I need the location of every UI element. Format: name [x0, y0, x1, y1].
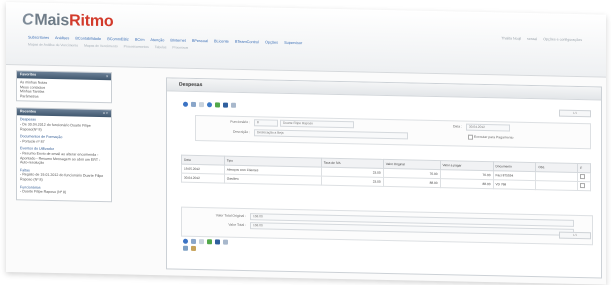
sub-menu: Mapas de Análise de Vencimento Mapas de …	[28, 42, 193, 49]
pagamento-checkbox[interactable]	[468, 134, 473, 140]
favorites-list: As minhas Notas Meus contactos Minhas Ta…	[17, 78, 111, 102]
grid-icon[interactable]	[183, 245, 188, 251]
favorites-panel: Favoritos x As minhas Notas Meus contact…	[16, 70, 112, 104]
filter-icon[interactable]	[223, 239, 228, 245]
row-checkbox[interactable]	[580, 174, 586, 180]
menu-item[interactable]: Subscritores	[28, 35, 49, 39]
cell-flag[interactable]	[577, 181, 591, 191]
recent-item[interactable]: Faltas - Registo de 19.01.2012 do funcio…	[20, 168, 108, 184]
app-logo[interactable]: CMaisRitmo	[22, 11, 113, 31]
cell-vat: 23.00	[321, 176, 384, 187]
pager[interactable]: 1/1	[559, 109, 591, 118]
cell-type: Gasóleo	[224, 174, 322, 186]
top-links: Thalita Ncqil sessal Opções e configuraç…	[496, 36, 582, 42]
menu-item[interactable]: BLicente	[214, 39, 229, 43]
check-icon[interactable]	[207, 239, 212, 245]
menu-item[interactable]: BContabilidade	[75, 36, 101, 41]
panel-controls-icon[interactable]: x >	[103, 110, 108, 117]
submenu-item[interactable]: Processamentos	[124, 44, 149, 49]
refresh-icon[interactable]	[183, 238, 188, 244]
menu-item[interactable]: Análises	[55, 36, 69, 40]
top-link-options[interactable]: Opções e configurações	[543, 37, 582, 42]
recent-item[interactable]: Documentos de Formação - Portucle nº 87	[20, 134, 108, 145]
page-title: Despesas	[167, 78, 601, 101]
top-link-session[interactable]: sessal	[527, 37, 537, 41]
app-header: CMaisRitmo Thalita Ncqil sessal Opções e…	[6, 2, 606, 78]
data-label: Data :	[452, 124, 462, 129]
menu-item[interactable]: BPessoal	[192, 39, 208, 43]
row-checkbox[interactable]	[580, 183, 586, 189]
despesas-window: Despesas 1/1 Funcionário : 8 Duarte Fili…	[166, 77, 602, 279]
menu-item[interactable]: BCrm	[135, 38, 145, 42]
recent-item-detail: - De 30.04.2012 do funcionário Duarte Fi…	[20, 122, 91, 132]
cell-obs	[535, 180, 578, 191]
expense-form: Funcionário : 8 Duarte Filipe Raposo Des…	[195, 114, 591, 150]
submenu-item[interactable]: Processos	[172, 45, 188, 49]
menu-item[interactable]: BInternet	[170, 38, 185, 42]
save-icon[interactable]	[215, 239, 220, 245]
menu-item[interactable]: Supervisor	[284, 41, 302, 45]
total-original-label: Valor Total Original :	[215, 213, 246, 219]
favorite-item[interactable]: Parâmetros	[20, 94, 108, 100]
recent-item[interactable]: Eventos do Utilizador - Resumo Envio de …	[20, 147, 108, 167]
new-document-icon[interactable]	[199, 102, 204, 108]
favorites-title: Favoritos	[20, 72, 37, 77]
submenu-item[interactable]: Tabelas	[155, 45, 167, 49]
submenu-item[interactable]: Mapas de Vencimento	[84, 44, 118, 49]
search-icon[interactable]	[191, 238, 196, 244]
recent-item-detail: - Portucle nº 87	[20, 139, 45, 144]
filter-icon[interactable]	[231, 102, 236, 108]
cell-original: 88.00	[383, 177, 441, 188]
refresh-icon[interactable]	[183, 101, 188, 107]
screenshot-frame: CMaisRitmo Thalita Ncqil sessal Opções e…	[6, 2, 606, 285]
recent-item-detail: - Resumo Envio de email ao alterar encom…	[20, 151, 101, 165]
logo-suffix: Ritmo	[69, 12, 114, 31]
close-icon[interactable]: x	[106, 73, 108, 80]
funcionario-name-field[interactable]: Duarte Filipe Raposo	[280, 119, 354, 129]
top-toolbar	[183, 101, 238, 109]
menu-item[interactable]: Atenção	[150, 38, 164, 42]
menu-item[interactable]: Opções	[265, 40, 278, 44]
recent-item[interactable]: Despesas - De 30.04.2012 do funcionário …	[20, 118, 108, 134]
cell-date: 30.04.2012	[181, 173, 225, 184]
col-header[interactable]: F	[577, 163, 591, 173]
left-sidebar: Favoritos x As minhas Notas Meus contact…	[16, 70, 112, 208]
new-document-icon[interactable]	[199, 239, 204, 245]
cell-document: VD 768	[493, 179, 536, 190]
recent-item-detail: - Registo de 19.01.2012 do funcionário D…	[20, 172, 104, 182]
recents-title: Recentes	[20, 109, 36, 115]
recents-list: Despesas - De 30.04.2012 do funcionário …	[17, 116, 111, 201]
menu-item[interactable]: BCommEBiz	[107, 37, 129, 41]
cell-flag[interactable]	[577, 172, 591, 182]
logo-prefix: Mais	[34, 11, 70, 30]
cell-to-pay: 88.00	[440, 178, 493, 189]
funcionario-code-field[interactable]: 8	[254, 119, 278, 127]
expenses-table: Data Tipo Taxa de IVA Valor Original Val…	[181, 155, 591, 192]
data-field[interactable]: 30.04.2012	[466, 123, 510, 132]
pagamento-label: Executar para Pagamento	[474, 134, 514, 140]
attach-icon[interactable]	[191, 245, 196, 251]
pager-bottom[interactable]: 1/1	[559, 231, 591, 240]
total-label: Valor Total :	[228, 222, 246, 228]
bottom-toolbar	[183, 238, 230, 252]
recent-item[interactable]: Funcionários - Duarte Filipe Raposo (Nº …	[20, 185, 108, 196]
save-icon[interactable]	[223, 102, 228, 108]
settings-icon[interactable]	[207, 102, 212, 108]
menu-item[interactable]: BTeamControl	[235, 40, 259, 45]
totals-box: Valor Total Original : 158.00 Valor Tota…	[181, 206, 593, 246]
descricao-field[interactable]: Deslocação a Beja	[254, 129, 408, 140]
check-icon[interactable]	[215, 102, 220, 108]
descricao-label: Descrição :	[233, 129, 250, 135]
recents-panel: Recentes x > Despesas - De 30.04.2012 do…	[16, 107, 112, 202]
funcionario-label: Funcionário :	[230, 119, 250, 125]
logo-mark-icon: C	[22, 11, 34, 29]
submenu-item[interactable]: Mapas de Análise de Vencimento	[28, 42, 78, 47]
search-icon[interactable]	[191, 101, 196, 107]
recent-item-detail: - Duarte Filipe Raposo (Nº 8)	[20, 189, 67, 195]
top-link-user[interactable]: Thalita Ncqil	[501, 36, 521, 40]
